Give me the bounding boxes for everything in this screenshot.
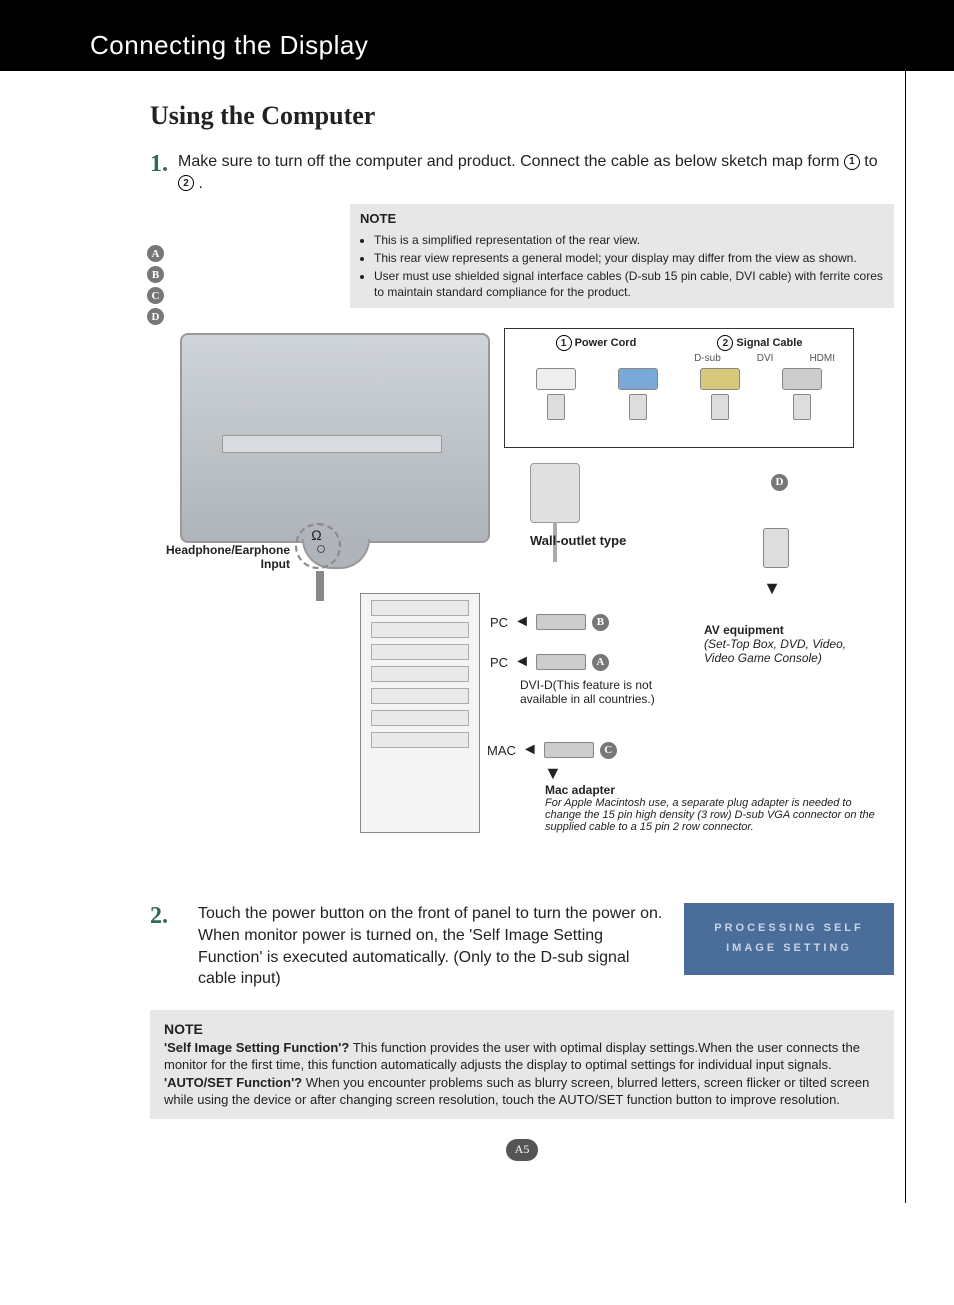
note1-item: This rear view represents a general mode… bbox=[374, 250, 884, 266]
headphone-jack-icon bbox=[316, 571, 324, 601]
panel-signal-label: Signal Cable bbox=[736, 337, 802, 349]
hdmi-port-icon bbox=[782, 368, 822, 390]
circled-2-icon: 2 bbox=[178, 175, 194, 191]
plug-icon bbox=[793, 394, 811, 420]
mac-adapter-title: Mac adapter bbox=[545, 783, 875, 797]
option-letter-stack: A B C D bbox=[147, 245, 164, 325]
arrow-down-icon: ▼ bbox=[763, 578, 781, 599]
step1-text-c: . bbox=[198, 175, 202, 192]
letter-a-callout-icon: A bbox=[592, 654, 609, 671]
wall-plug-icon bbox=[530, 463, 580, 523]
hdmi-label: HDMI bbox=[809, 353, 835, 364]
page-number-badge: A5 bbox=[506, 1139, 538, 1161]
arrow-left-icon: ◄ bbox=[522, 741, 538, 759]
note2-q1: 'Self Image Setting Function'? bbox=[164, 1040, 349, 1055]
dsub-connector-icon bbox=[536, 614, 586, 630]
osd-line1: PROCESSING SELF bbox=[706, 919, 872, 939]
step-1: 1. Make sure to turn off the computer an… bbox=[150, 151, 894, 194]
dsub-label: D-sub bbox=[694, 353, 721, 364]
step-2-text: Touch the power button on the front of p… bbox=[198, 903, 664, 989]
dvi-label: DVI bbox=[757, 353, 774, 364]
letter-c-callout-icon: C bbox=[600, 742, 617, 759]
note2-title: NOTE bbox=[164, 1020, 880, 1039]
header-bar: Connecting the Display bbox=[0, 0, 954, 71]
pc-tower-icon bbox=[360, 593, 480, 833]
headphone-label: Headphone/Earphone Input bbox=[150, 543, 290, 571]
osd-line2: IMAGE SETTING bbox=[706, 939, 872, 959]
note-box-2: NOTE 'Self Image Setting Function'? This… bbox=[150, 1010, 894, 1119]
panel-power-label: Power Cord bbox=[575, 337, 637, 349]
step1-text-a: Make sure to turn off the computer and p… bbox=[178, 153, 844, 170]
connection-diagram: 1 Power Cord 2 Signal Cable D-sub DVI HD… bbox=[150, 323, 894, 893]
note1-title: NOTE bbox=[360, 210, 884, 228]
letter-b-icon: B bbox=[147, 266, 164, 283]
connector-panel: 1 Power Cord 2 Signal Cable D-sub DVI HD… bbox=[504, 328, 854, 448]
plug-icon bbox=[711, 394, 729, 420]
arrow-down-icon: ▼ bbox=[544, 763, 562, 784]
arrow-left-icon: ◄ bbox=[514, 613, 530, 631]
pc-line-b: PC ◄ B bbox=[490, 613, 609, 631]
letter-b-callout-icon: B bbox=[592, 614, 609, 631]
letter-d-icon: D bbox=[147, 308, 164, 325]
plug-icon bbox=[629, 394, 647, 420]
note1-item: This is a simplified representation of t… bbox=[374, 232, 884, 248]
dvi-port-icon bbox=[700, 368, 740, 390]
header-title: Connecting the Display bbox=[90, 30, 368, 60]
letter-c-icon: C bbox=[147, 287, 164, 304]
mac-adapter-sub: For Apple Macintosh use, a separate plug… bbox=[545, 797, 875, 833]
note2-q2: 'AUTO/SET Function'? bbox=[164, 1075, 302, 1090]
av-sub: (Set-Top Box, DVD, Video, Video Game Con… bbox=[704, 637, 864, 665]
step-1-text: Make sure to turn off the computer and p… bbox=[178, 151, 894, 194]
dsub-port-icon bbox=[618, 368, 658, 390]
step1-text-b: to bbox=[864, 153, 877, 170]
note1-item: User must use shielded signal interface … bbox=[374, 268, 884, 300]
pc1-label: PC bbox=[490, 615, 508, 630]
dvi-note: DVI-D(This feature is not available in a… bbox=[520, 678, 700, 706]
section-title: Using the Computer bbox=[150, 101, 894, 131]
dvi-connector-icon bbox=[536, 654, 586, 670]
mac-label: MAC bbox=[487, 743, 516, 758]
mac-line-c: MAC ◄ C bbox=[487, 741, 617, 759]
circled-1-icon: 1 bbox=[844, 154, 860, 170]
arrow-left-icon: ◄ bbox=[514, 653, 530, 671]
monitor-rear-icon bbox=[180, 333, 490, 543]
step-1-number: 1. bbox=[150, 151, 178, 177]
page-edge-rule bbox=[905, 0, 906, 1203]
av-title: AV equipment bbox=[704, 623, 864, 637]
wall-outlet-label: Wall-outlet type bbox=[530, 533, 626, 548]
mac-adapter-note: Mac adapter For Apple Macintosh use, a s… bbox=[545, 783, 875, 833]
plug-icon bbox=[547, 394, 565, 420]
mac-connector-icon bbox=[544, 742, 594, 758]
note-box-1: NOTE This is a simplified representation… bbox=[350, 204, 894, 308]
panel-circ-2-icon: 2 bbox=[717, 335, 733, 351]
monitor-port-strip bbox=[222, 435, 442, 453]
step-2-number: 2. bbox=[150, 903, 178, 929]
av-equipment-label: AV equipment (Set-Top Box, DVD, Video, V… bbox=[704, 623, 864, 665]
letter-d-callout-icon: D bbox=[771, 474, 788, 491]
pc2-label: PC bbox=[490, 655, 508, 670]
hdmi-cable-plug-icon bbox=[763, 528, 789, 568]
osd-message-box: PROCESSING SELF IMAGE SETTING bbox=[684, 903, 894, 975]
pc-line-a: PC ◄ A bbox=[490, 653, 609, 671]
step-2: 2. Touch the power button on the front o… bbox=[150, 903, 894, 989]
power-port-icon bbox=[536, 368, 576, 390]
letter-a-icon: A bbox=[147, 245, 164, 262]
panel-circ-1-icon: 1 bbox=[556, 335, 572, 351]
